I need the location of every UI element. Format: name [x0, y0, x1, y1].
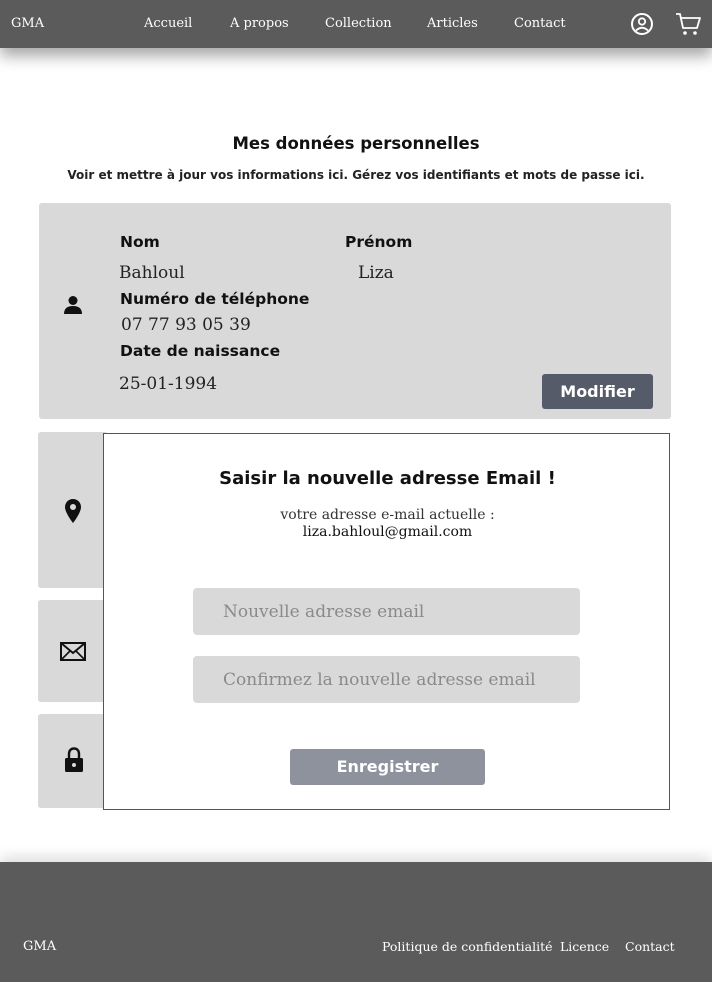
modify-button[interactable]: Modifier	[542, 374, 653, 409]
footer-link-privacy[interactable]: Politique de confidentialité	[382, 939, 553, 954]
phone-label: Numéro de téléphone	[120, 290, 310, 308]
nav-articles[interactable]: Articles	[427, 16, 478, 31]
new-email-input[interactable]	[193, 588, 580, 635]
nav-contact[interactable]: Contact	[514, 16, 566, 31]
nav-accueil[interactable]: Accueil	[144, 16, 192, 31]
nav-collection[interactable]: Collection	[325, 16, 392, 31]
confirm-email-input[interactable]	[193, 656, 580, 703]
password-card[interactable]	[38, 714, 108, 808]
user-circle-icon[interactable]	[630, 11, 654, 41]
page-title: Mes données personnelles	[232, 134, 480, 153]
nom-value: Bahloul	[119, 263, 185, 283]
envelope-icon	[60, 642, 86, 665]
email-card[interactable]	[38, 600, 108, 702]
brand-logo[interactable]: GMA	[11, 16, 44, 31]
footer: GMA Politique de confidentialité Licence…	[0, 862, 712, 982]
prenom-value: Liza	[358, 263, 394, 283]
change-email-modal: Saisir la nouvelle adresse Email ! votre…	[103, 433, 670, 810]
prenom-label: Prénom	[345, 233, 413, 251]
modal-title: Saisir la nouvelle adresse Email !	[219, 468, 556, 489]
top-navbar: GMA Accueil A propos Collection Articles…	[0, 0, 712, 48]
birthdate-value: 25-01-1994	[119, 374, 218, 394]
location-pin-icon	[64, 498, 82, 528]
lock-icon	[64, 747, 84, 777]
footer-link-licence[interactable]: Licence	[560, 939, 609, 954]
nom-label: Nom	[120, 233, 160, 251]
address-card[interactable]	[38, 432, 108, 588]
current-email-value: liza.bahloul@gmail.com	[302, 524, 473, 540]
footer-link-contact[interactable]: Contact	[625, 939, 675, 954]
save-button[interactable]: Enregistrer	[290, 749, 485, 785]
birthdate-label: Date de naissance	[120, 342, 281, 360]
nav-a-propos[interactable]: A propos	[230, 16, 289, 31]
current-email-label: votre adresse e-mail actuelle :	[280, 507, 495, 523]
person-icon	[63, 295, 83, 319]
footer-brand[interactable]: GMA	[23, 939, 56, 954]
phone-value: 07 77 93 05 39	[121, 315, 251, 335]
cart-icon[interactable]	[674, 10, 702, 42]
page-subtitle: Voir et mettre à jour vos informations i…	[67, 168, 645, 182]
